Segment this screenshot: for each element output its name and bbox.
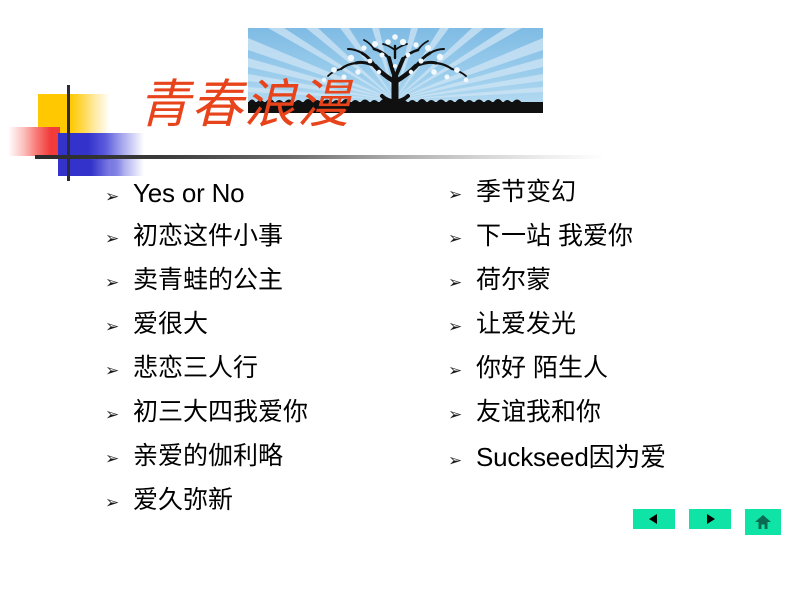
list-item-label: 下一站 我爱你 <box>476 222 633 250</box>
previous-slide-button[interactable] <box>633 509 675 529</box>
arrow-bullet-icon: ➢ <box>105 317 120 337</box>
list-item-label: 卖青蛙的公主 <box>133 266 284 294</box>
list-item[interactable]: ➢ 爱久弥新 <box>105 488 435 532</box>
list-item[interactable]: ➢ Suckseed因为爱 <box>448 444 778 488</box>
arrow-bullet-icon: ➢ <box>105 187 120 207</box>
list-item-label: 让爱发光 <box>476 310 577 338</box>
list-item[interactable]: ➢ 初恋这件小事 <box>105 224 435 268</box>
list-item[interactable]: ➢ 悲恋三人行 <box>105 356 435 400</box>
list-item[interactable]: ➢ 卖青蛙的公主 <box>105 268 435 312</box>
list-item[interactable]: ➢ 季节变幻 <box>448 180 778 224</box>
list-item[interactable]: ➢ 荷尔蒙 <box>448 268 778 312</box>
deco-red-block <box>8 127 60 156</box>
presentation-slide: 青春浪漫 ➢ Yes or No ➢ 初恋这件小事 ➢ 卖青蛙的公主 ➢ 爱很大… <box>0 0 800 600</box>
deco-horizontal-rule <box>35 155 605 159</box>
triangle-left-icon <box>647 512 661 526</box>
list-item-label: 亲爱的伽利略 <box>133 442 284 470</box>
list-item-label: Suckseed因为爱 <box>476 442 666 472</box>
deco-vertical-rule <box>67 85 70 181</box>
list-item[interactable]: ➢ 爱很大 <box>105 312 435 356</box>
arrow-bullet-icon: ➢ <box>448 317 463 337</box>
bullet-list-left: ➢ Yes or No ➢ 初恋这件小事 ➢ 卖青蛙的公主 ➢ 爱很大 ➢ 悲恋… <box>105 180 435 532</box>
list-item[interactable]: ➢ 亲爱的伽利略 <box>105 444 435 488</box>
list-item-label: 荷尔蒙 <box>476 266 552 294</box>
slide-navigation-bar <box>633 509 781 535</box>
list-item-label: 季节变幻 <box>476 178 577 206</box>
list-item[interactable]: ➢ 初三大四我爱你 <box>105 400 435 444</box>
list-item[interactable]: ➢ 友谊我和你 <box>448 400 778 444</box>
list-item-label: 爱很大 <box>133 310 209 338</box>
arrow-bullet-icon: ➢ <box>105 493 120 513</box>
triangle-right-icon <box>703 512 717 526</box>
arrow-bullet-icon: ➢ <box>448 273 463 293</box>
home-slide-button[interactable] <box>745 509 781 535</box>
page-title: 青春浪漫 <box>138 77 351 134</box>
arrow-bullet-icon: ➢ <box>448 229 463 249</box>
list-item-label: 爱久弥新 <box>133 486 234 514</box>
list-item-label: Yes or No <box>133 178 245 208</box>
home-icon <box>754 513 772 531</box>
list-item-label: 初三大四我爱你 <box>133 398 309 426</box>
arrow-bullet-icon: ➢ <box>448 405 463 425</box>
arrow-bullet-icon: ➢ <box>448 451 463 471</box>
arrow-bullet-icon: ➢ <box>105 229 120 249</box>
list-item[interactable]: ➢ 你好 陌生人 <box>448 356 778 400</box>
arrow-bullet-icon: ➢ <box>448 185 463 205</box>
arrow-bullet-icon: ➢ <box>105 273 120 293</box>
list-item[interactable]: ➢ 让爱发光 <box>448 312 778 356</box>
arrow-bullet-icon: ➢ <box>105 405 120 425</box>
arrow-bullet-icon: ➢ <box>105 449 120 469</box>
arrow-bullet-icon: ➢ <box>105 361 120 381</box>
list-item-label: 初恋这件小事 <box>133 222 284 250</box>
list-item[interactable]: ➢ Yes or No <box>105 180 435 224</box>
next-slide-button[interactable] <box>689 509 731 529</box>
list-item[interactable]: ➢ 下一站 我爱你 <box>448 224 778 268</box>
list-item-label: 悲恋三人行 <box>133 354 259 382</box>
list-item-label: 你好 陌生人 <box>476 354 608 382</box>
arrow-bullet-icon: ➢ <box>448 361 463 381</box>
list-item-label: 友谊我和你 <box>476 398 602 426</box>
bullet-list-right: ➢ 季节变幻 ➢ 下一站 我爱你 ➢ 荷尔蒙 ➢ 让爱发光 ➢ 你好 陌生人 ➢… <box>448 180 778 488</box>
